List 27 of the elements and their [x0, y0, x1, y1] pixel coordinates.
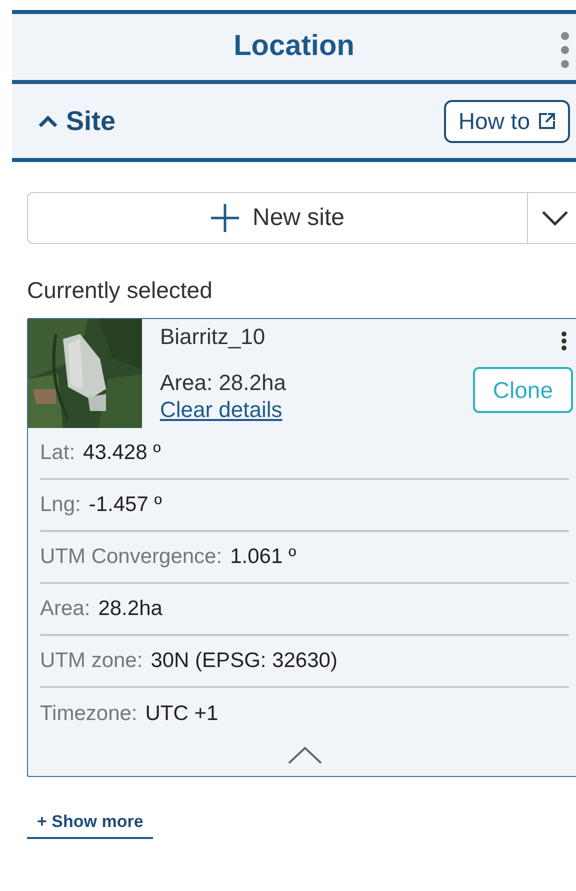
detail-value: 43.428 º: [83, 440, 161, 466]
detail-value: -1.457 º: [88, 492, 162, 518]
detail-label: Timezone:: [40, 701, 138, 728]
plus-icon: [210, 203, 240, 233]
new-site-button[interactable]: New site: [28, 193, 527, 243]
detail-value: 1.061 º: [230, 544, 296, 570]
detail-value: 30N (EPSG: 32630): [150, 648, 338, 674]
external-link-icon: [538, 112, 556, 130]
detail-value: 28.2ha: [98, 596, 162, 622]
site-name: Biarritz_10: [160, 323, 266, 351]
section-label: Currently selected: [27, 276, 214, 304]
detail-label: Lat:: [40, 440, 76, 466]
how-to-button[interactable]: How to: [444, 100, 570, 142]
chevron-up-icon[interactable]: [288, 746, 322, 764]
show-more-link[interactable]: + Show more: [27, 809, 154, 838]
detail-value: UTC +1: [145, 701, 218, 728]
site-area: Area: 28.2ha: [160, 369, 286, 397]
detail-label: Lng:: [40, 492, 81, 518]
detail-label: Area:: [40, 596, 90, 622]
panel-title: Location: [234, 29, 354, 64]
detail-label: UTM zone:: [40, 648, 143, 674]
section-toggle[interactable]: Site: [38, 100, 116, 142]
detail-label: UTM Convergence:: [40, 544, 222, 570]
clear-details-link[interactable]: Clear details: [160, 397, 282, 422]
chevron-up-icon: [38, 115, 58, 127]
chevron-down-icon: [540, 210, 568, 226]
more-options-icon[interactable]: [561, 331, 567, 351]
